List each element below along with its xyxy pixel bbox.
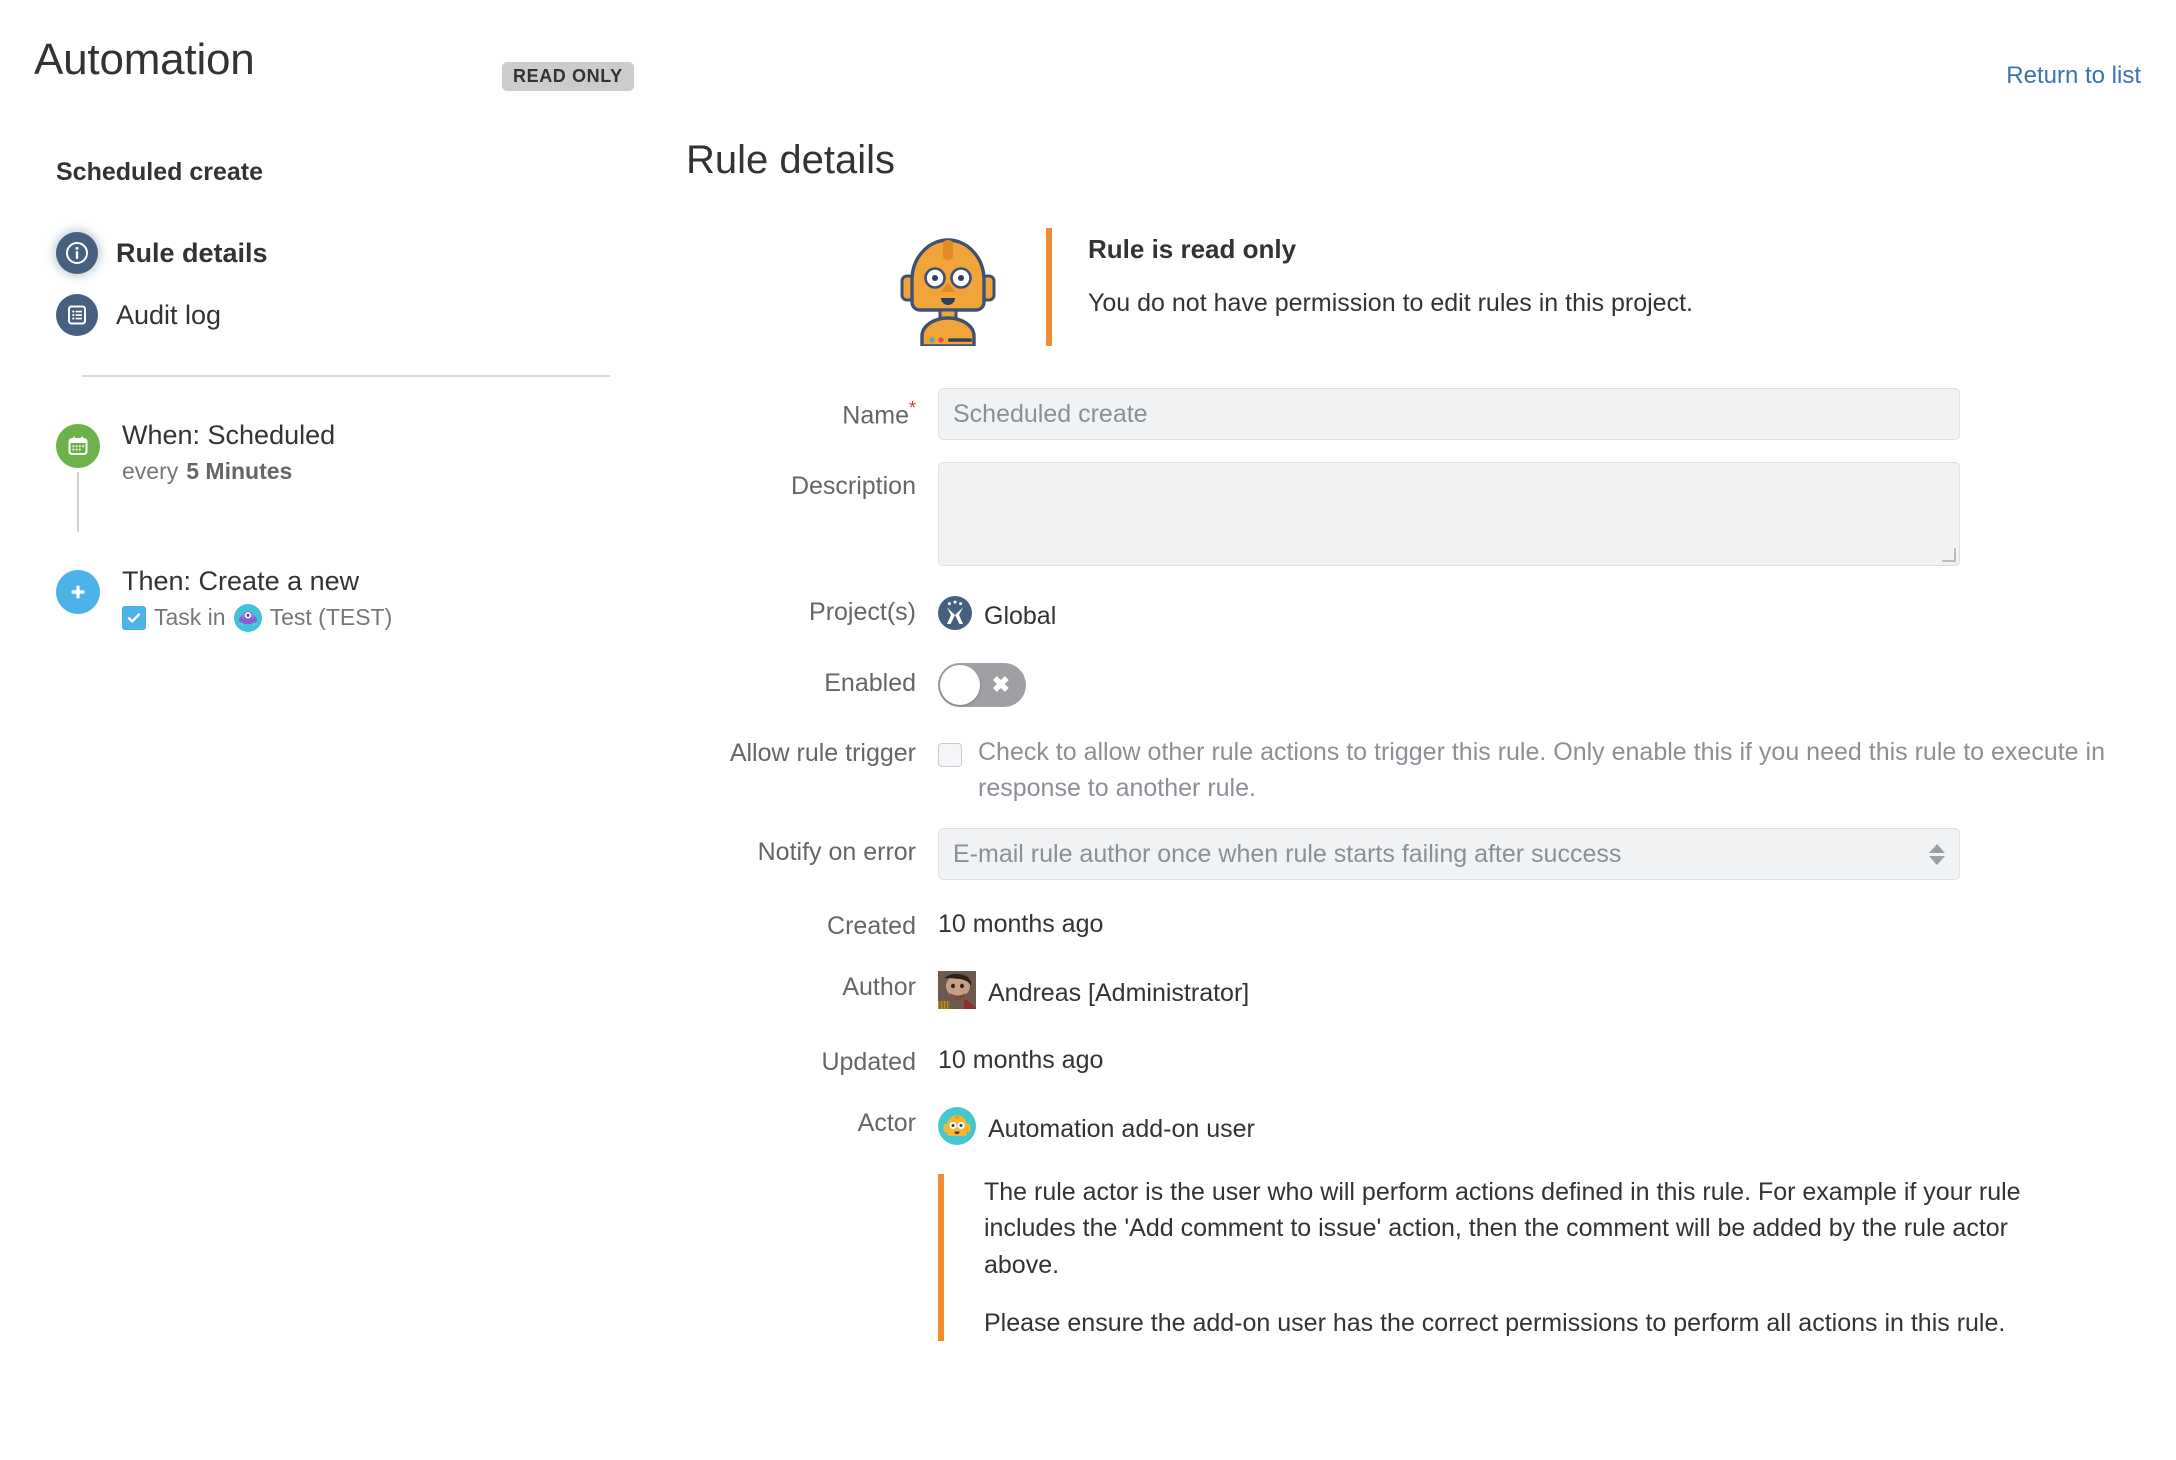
info-icon xyxy=(56,232,98,274)
form-row-projects: Project(s) Global xyxy=(686,588,2156,637)
actor-value: Automation add-on user xyxy=(938,1099,2156,1152)
form-row-created: Created 10 months ago xyxy=(686,902,2156,941)
author-value: Andreas [Administrator] xyxy=(938,963,2156,1016)
notify-on-error-label: Notify on error xyxy=(757,838,916,866)
main-panel: Rule details Rule is read only You do no… xyxy=(686,140,2156,1341)
chevron-updown-icon xyxy=(1929,843,1945,865)
sidebar-rule-name: Scheduled create xyxy=(56,158,264,186)
updated-value: 10 months ago xyxy=(938,1046,1104,1074)
form-row-updated: Updated 10 months ago xyxy=(686,1038,2156,1077)
projects-value: Global xyxy=(938,588,2156,637)
return-to-list-link[interactable]: Return to list xyxy=(2006,62,2141,90)
global-scope-icon xyxy=(938,596,972,637)
component-title: When: Scheduled xyxy=(122,420,336,450)
main-title: Rule details xyxy=(686,138,896,182)
created-value: 10 months ago xyxy=(938,910,1104,938)
actor-note-paragraph-2: Please ensure the add-on user has the co… xyxy=(984,1308,2006,1337)
component-title: Then: Create a new xyxy=(122,566,360,596)
actor-avatar-icon xyxy=(938,1107,976,1152)
form-row-allow-rule-trigger: Allow rule trigger Check to allow other … xyxy=(686,729,2156,806)
author-label: Author xyxy=(842,973,916,1001)
name-label-text: Name xyxy=(842,401,909,430)
component-subtitle-prefix: every xyxy=(122,457,179,484)
component-subtitle-prefix: Task in xyxy=(154,604,226,631)
allow-rule-trigger-label: Allow rule trigger xyxy=(729,739,916,767)
form-row-description: Description xyxy=(686,462,2156,566)
allow-rule-trigger-checkbox[interactable] xyxy=(938,743,962,767)
top-bar: Automation READ ONLY Return to list xyxy=(0,0,2176,120)
notify-on-error-select[interactable]: E-mail rule author once when rule starts… xyxy=(938,828,1960,880)
sidebar-item-audit-log[interactable]: Audit log xyxy=(56,284,616,346)
actor-name: Automation add-on user xyxy=(988,1115,1255,1143)
component-then-create[interactable]: Then: Create a new Task in Test (TEST) xyxy=(56,566,626,666)
task-checkbox-icon xyxy=(122,605,146,630)
updated-label: Updated xyxy=(821,1048,916,1076)
component-subtitle-strong: 5 Minutes xyxy=(186,457,293,484)
form-row-enabled: Enabled ✖ xyxy=(686,659,2156,707)
banner-accent-bar xyxy=(1046,228,1052,346)
created-label: Created xyxy=(827,912,916,940)
projects-label: Project(s) xyxy=(809,598,916,626)
form-row-notify-on-error: Notify on error E-mail rule author once … xyxy=(686,828,2156,880)
toggle-knob xyxy=(940,665,980,705)
sidebar-divider xyxy=(82,375,610,377)
component-subtitle: every 5 Minutes xyxy=(122,458,626,485)
rule-details-form: Name* Scheduled create Description Proje… xyxy=(686,388,2156,1341)
plus-icon xyxy=(56,570,100,614)
sidebar-item-label: Rule details xyxy=(116,237,268,268)
calendar-icon xyxy=(56,424,100,468)
component-subtitle: Task in Test (TEST) xyxy=(122,603,626,632)
avatar xyxy=(938,971,976,1016)
list-icon xyxy=(56,294,98,336)
toggle-off-icon: ✖ xyxy=(991,672,1010,697)
status-badge: READ ONLY xyxy=(502,62,634,91)
component-connector-line xyxy=(77,472,79,532)
allow-rule-trigger-description: Check to allow other rule actions to tri… xyxy=(978,738,2105,802)
project-avatar-icon xyxy=(233,603,262,632)
robot-icon xyxy=(896,228,1000,348)
actor-note-paragraph-1: The rule actor is the user who will perf… xyxy=(984,1178,2021,1279)
banner-heading: Rule is read only xyxy=(1088,234,1297,264)
read-only-banner: Rule is read only You do not have permis… xyxy=(896,228,2156,348)
actor-label: Actor xyxy=(857,1109,916,1137)
rule-components: When: Scheduled every 5 Minutes Then: Cr… xyxy=(56,420,626,666)
author-name: Andreas [Administrator] xyxy=(988,979,1250,1007)
sidebar-nav: Rule details Audit log xyxy=(56,222,616,346)
required-marker: * xyxy=(908,398,916,418)
description-label: Description xyxy=(790,472,916,500)
banner-text: You do not have permission to edit rules… xyxy=(1088,289,1693,317)
automation-rule-details-page: Automation READ ONLY Return to list Sche… xyxy=(0,0,2176,1460)
component-when-scheduled[interactable]: When: Scheduled every 5 Minutes xyxy=(56,420,626,532)
sidebar-item-label: Audit log xyxy=(116,299,222,330)
form-row-author: Author Andreas [Administrator] xyxy=(686,963,2156,1016)
page-title: Automation xyxy=(34,35,255,84)
enabled-label: Enabled xyxy=(824,669,916,697)
name-input[interactable]: Scheduled create xyxy=(938,388,1960,440)
actor-info-note: The rule actor is the user who will perf… xyxy=(938,1174,2156,1341)
notify-on-error-value: E-mail rule author once when rule starts… xyxy=(953,839,1622,868)
component-project-label: Test (TEST) xyxy=(269,604,393,631)
projects-value-label: Global xyxy=(984,602,1057,630)
description-textarea[interactable] xyxy=(938,462,1960,566)
form-row-actor: Actor Automation add-on user xyxy=(686,1099,2156,1152)
enabled-toggle[interactable]: ✖ xyxy=(938,663,1026,707)
sidebar-item-rule-details[interactable]: Rule details xyxy=(56,222,616,284)
name-label: Name* xyxy=(686,388,938,430)
form-row-name: Name* Scheduled create xyxy=(686,388,2156,440)
